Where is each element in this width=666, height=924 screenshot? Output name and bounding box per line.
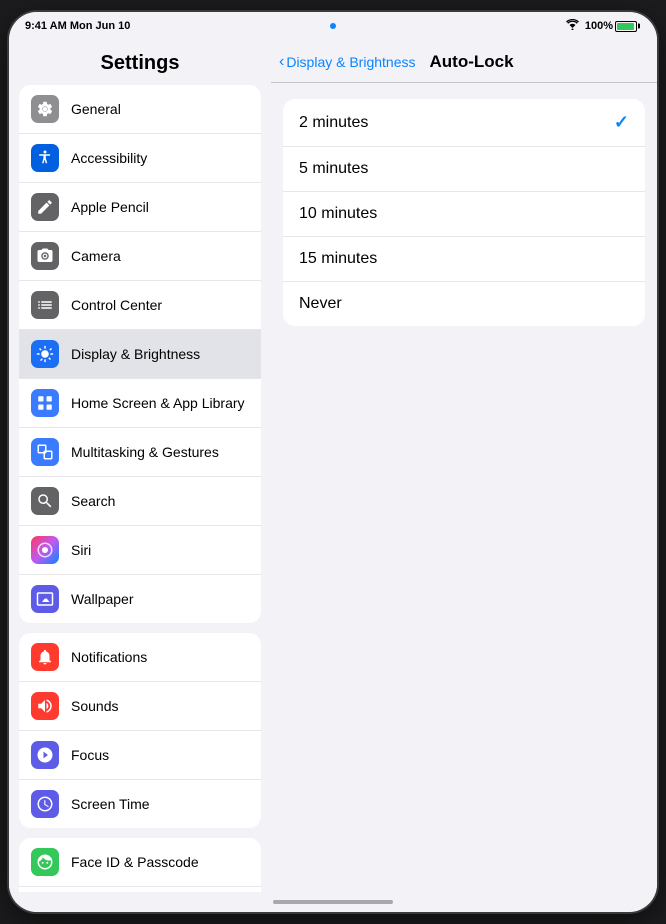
control-label: Control Center (71, 297, 249, 313)
option-never-label: Never (299, 295, 342, 313)
option-15min-label: 15 minutes (299, 250, 377, 268)
sidebar-item-focus[interactable]: Focus (19, 731, 261, 780)
battery-percentage: 100% (585, 20, 613, 32)
sidebar-group-3: Face ID & Passcode Privacy & Security (19, 838, 261, 892)
back-button[interactable]: ‹ Display & Brightness (279, 53, 416, 71)
display-label: Display & Brightness (71, 346, 249, 362)
option-5min[interactable]: 5 minutes (283, 147, 645, 192)
sidebar-item-faceid[interactable]: Face ID & Passcode (19, 838, 261, 887)
option-15min[interactable]: 15 minutes (283, 237, 645, 282)
screentime-label: Screen Time (71, 796, 249, 812)
home-bar (273, 900, 393, 904)
sidebar-item-homescreen[interactable]: Home Screen & App Library (19, 379, 261, 428)
focus-icon (31, 741, 59, 769)
sidebar-item-accessibility[interactable]: Accessibility (19, 134, 261, 183)
battery-indicator: 100% (585, 20, 637, 32)
pencil-icon (31, 193, 59, 221)
sidebar-item-pencil[interactable]: Apple Pencil (19, 183, 261, 232)
sidebar-item-privacy[interactable]: Privacy & Security (19, 887, 261, 892)
status-bar: 9:41 AM Mon Jun 10 100% (9, 12, 657, 40)
back-chevron-icon: ‹ (279, 53, 284, 71)
option-10min-label: 10 minutes (299, 205, 377, 223)
main-content: Settings General Accessibility (9, 40, 657, 892)
back-label: Display & Brightness (286, 54, 415, 70)
multitasking-label: Multitasking & Gestures (71, 444, 249, 460)
sidebar-group-2: Notifications Sounds Focus (19, 633, 261, 828)
option-10min[interactable]: 10 minutes (283, 192, 645, 237)
camera-label: Camera (71, 248, 249, 264)
sidebar-title: Settings (9, 40, 271, 85)
home-indicator (9, 892, 657, 912)
notifications-label: Notifications (71, 649, 249, 665)
option-2min-check: ✓ (614, 112, 629, 133)
accessibility-icon (31, 144, 59, 172)
sidebar-item-sounds[interactable]: Sounds (19, 682, 261, 731)
option-never[interactable]: Never (283, 282, 645, 326)
homescreen-label: Home Screen & App Library (71, 395, 249, 411)
screentime-icon (31, 790, 59, 818)
sidebar-item-siri[interactable]: Siri (19, 526, 261, 575)
general-icon (31, 95, 59, 123)
wallpaper-label: Wallpaper (71, 591, 249, 607)
right-panel: ‹ Display & Brightness Auto-Lock 2 minut… (271, 40, 657, 892)
ipad-frame: 9:41 AM Mon Jun 10 100% (9, 12, 657, 912)
search-label: Search (71, 493, 249, 509)
sidebar-item-multitasking[interactable]: Multitasking & Gestures (19, 428, 261, 477)
battery-icon (615, 21, 637, 32)
option-2min-label: 2 minutes (299, 114, 368, 132)
sidebar-item-screentime[interactable]: Screen Time (19, 780, 261, 828)
right-panel-content: 2 minutes ✓ 5 minutes 10 minutes 15 minu… (271, 83, 657, 892)
display-icon (31, 340, 59, 368)
status-right: 100% (565, 19, 637, 33)
sounds-label: Sounds (71, 698, 249, 714)
multitasking-icon (31, 438, 59, 466)
homescreen-icon (31, 389, 59, 417)
general-label: General (71, 101, 249, 117)
option-2min[interactable]: 2 minutes ✓ (283, 99, 645, 147)
notifications-icon (31, 643, 59, 671)
focus-label: Focus (71, 747, 249, 763)
sounds-icon (31, 692, 59, 720)
sidebar-item-general[interactable]: General (19, 85, 261, 134)
status-time: 9:41 AM Mon Jun 10 (25, 20, 130, 32)
faceid-label: Face ID & Passcode (71, 854, 249, 870)
wallpaper-icon (31, 585, 59, 613)
sidebar-item-wallpaper[interactable]: Wallpaper (19, 575, 261, 623)
sidebar: Settings General Accessibility (9, 40, 271, 892)
status-indicator (330, 23, 336, 29)
camera-icon (31, 242, 59, 270)
wifi-icon (565, 19, 580, 33)
pencil-label: Apple Pencil (71, 199, 249, 215)
sidebar-item-notifications[interactable]: Notifications (19, 633, 261, 682)
sidebar-item-control[interactable]: Control Center (19, 281, 261, 330)
autolock-options-group: 2 minutes ✓ 5 minutes 10 minutes 15 minu… (283, 99, 645, 326)
sidebar-item-display[interactable]: Display & Brightness (19, 330, 261, 379)
option-5min-label: 5 minutes (299, 160, 368, 178)
sidebar-item-search[interactable]: Search (19, 477, 261, 526)
siri-icon (31, 536, 59, 564)
page-title: Auto-Lock (430, 52, 514, 72)
search-icon (31, 487, 59, 515)
sidebar-item-camera[interactable]: Camera (19, 232, 261, 281)
sidebar-group-1: General Accessibility Apple Pencil (19, 85, 261, 623)
right-panel-header: ‹ Display & Brightness Auto-Lock (271, 40, 657, 83)
siri-label: Siri (71, 542, 249, 558)
control-icon (31, 291, 59, 319)
faceid-icon (31, 848, 59, 876)
accessibility-label: Accessibility (71, 150, 249, 166)
